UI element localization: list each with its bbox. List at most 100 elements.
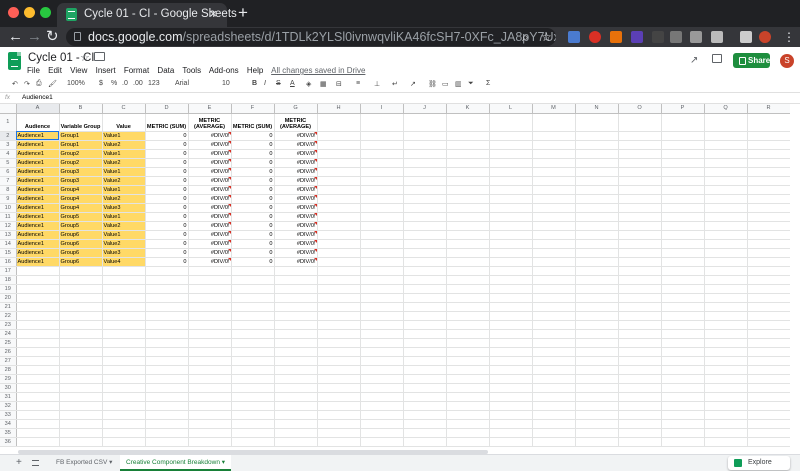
cell-j18[interactable] [403, 275, 447, 285]
cell-r26[interactable] [747, 347, 791, 357]
cell-h30[interactable] [317, 383, 361, 393]
cell-e10[interactable]: #DIV/0! [188, 203, 232, 213]
cell-q31[interactable] [704, 392, 748, 402]
cell-m36[interactable] [532, 437, 576, 447]
column-header-h[interactable]: H [317, 104, 361, 114]
cell-p6[interactable] [661, 167, 705, 177]
row-header[interactable]: 11 [0, 212, 17, 222]
cell-b18[interactable] [59, 275, 103, 285]
cell-o13[interactable] [618, 230, 662, 240]
cell-q4[interactable] [704, 149, 748, 159]
borders-icon[interactable]: ▦ [320, 80, 327, 88]
cell-h16[interactable] [317, 257, 361, 267]
cell-b20[interactable] [59, 293, 103, 303]
cell-c8[interactable]: Value1 [102, 185, 146, 195]
cell-m15[interactable] [532, 248, 576, 258]
cell-f19[interactable] [231, 284, 275, 294]
row-header[interactable]: 20 [0, 293, 17, 303]
cell-k21[interactable] [446, 302, 490, 312]
cell-j26[interactable] [403, 347, 447, 357]
decrease-decimal-button[interactable]: .0 [122, 80, 128, 87]
column-header-p[interactable]: P [661, 104, 705, 114]
explore-button[interactable]: Explore [728, 456, 790, 470]
cell-a21[interactable] [16, 302, 60, 312]
cell-c36[interactable] [102, 437, 146, 447]
cell-a2[interactable]: Audience1 [16, 131, 60, 141]
cell-r11[interactable] [747, 212, 791, 222]
cell-m28[interactable] [532, 365, 576, 375]
cell-d23[interactable] [145, 320, 189, 330]
cell-g13[interactable]: #DIV/0! [274, 230, 318, 240]
cell-f5[interactable]: 0 [231, 158, 275, 168]
cell-i10[interactable] [360, 203, 404, 213]
cell-b33[interactable] [59, 410, 103, 420]
cell-g16[interactable]: #DIV/0! [274, 257, 318, 267]
cell-l25[interactable] [489, 338, 533, 348]
cell-e12[interactable]: #DIV/0! [188, 221, 232, 231]
cell-p25[interactable] [661, 338, 705, 348]
row-header[interactable]: 15 [0, 248, 17, 258]
cell-c13[interactable]: Value1 [102, 230, 146, 240]
cell-q29[interactable] [704, 374, 748, 384]
cell-j1[interactable] [403, 113, 447, 132]
cell-g11[interactable]: #DIV/0! [274, 212, 318, 222]
cell-q23[interactable] [704, 320, 748, 330]
cell-f7[interactable]: 0 [231, 176, 275, 186]
cell-d13[interactable]: 0 [145, 230, 189, 240]
cell-i9[interactable] [360, 194, 404, 204]
cell-a14[interactable]: Audience1 [16, 239, 60, 249]
cell-m4[interactable] [532, 149, 576, 159]
cell-i17[interactable] [360, 266, 404, 276]
cell-f27[interactable] [231, 356, 275, 366]
menu-view[interactable]: View [70, 66, 87, 75]
cell-k35[interactable] [446, 428, 490, 438]
cell-l10[interactable] [489, 203, 533, 213]
cell-l13[interactable] [489, 230, 533, 240]
cell-h23[interactable] [317, 320, 361, 330]
cell-m35[interactable] [532, 428, 576, 438]
cell-o7[interactable] [618, 176, 662, 186]
row-header[interactable]: 3 [0, 140, 17, 150]
cell-g23[interactable] [274, 320, 318, 330]
filter-icon[interactable]: ⏷ [468, 80, 474, 88]
cell-table[interactable]: A B C D E F G H I J K L M N O P Q R 1 Audience Variable Grou… [0, 104, 791, 447]
cell-l14[interactable] [489, 239, 533, 249]
cell-l1[interactable] [489, 113, 533, 132]
maximize-window-icon[interactable] [40, 7, 51, 18]
cell-i24[interactable] [360, 329, 404, 339]
cell-a16[interactable]: Audience1 [16, 257, 60, 267]
functions-button[interactable]: Σ [486, 80, 490, 87]
cell-c6[interactable]: Value1 [102, 167, 146, 177]
cell-b2[interactable]: Group1 [59, 131, 103, 141]
cell-b24[interactable] [59, 329, 103, 339]
cell-p35[interactable] [661, 428, 705, 438]
cell-b27[interactable] [59, 356, 103, 366]
extension-icon-1[interactable] [568, 31, 580, 43]
cell-b3[interactable]: Group1 [59, 140, 103, 150]
cell-g25[interactable] [274, 338, 318, 348]
cell-n8[interactable] [575, 185, 619, 195]
cell-m20[interactable] [532, 293, 576, 303]
font-size-select[interactable]: 10 [222, 80, 230, 87]
cell-r2[interactable] [747, 131, 791, 141]
cell-r24[interactable] [747, 329, 791, 339]
cell-a10[interactable]: Audience1 [16, 203, 60, 213]
cell-o16[interactable] [618, 257, 662, 267]
row-header[interactable]: 29 [0, 374, 17, 384]
cell-h22[interactable] [317, 311, 361, 321]
cell-n29[interactable] [575, 374, 619, 384]
cell-e24[interactable] [188, 329, 232, 339]
cell-l8[interactable] [489, 185, 533, 195]
cell-r34[interactable] [747, 419, 791, 429]
cell-g21[interactable] [274, 302, 318, 312]
cell-b21[interactable] [59, 302, 103, 312]
cell-r16[interactable] [747, 257, 791, 267]
cell-k5[interactable] [446, 158, 490, 168]
cell-n3[interactable] [575, 140, 619, 150]
cell-r29[interactable] [747, 374, 791, 384]
cell-p36[interactable] [661, 437, 705, 447]
cell-l19[interactable] [489, 284, 533, 294]
cell-e7[interactable]: #DIV/0! [188, 176, 232, 186]
cell-k1[interactable] [446, 113, 490, 132]
cell-a28[interactable] [16, 365, 60, 375]
